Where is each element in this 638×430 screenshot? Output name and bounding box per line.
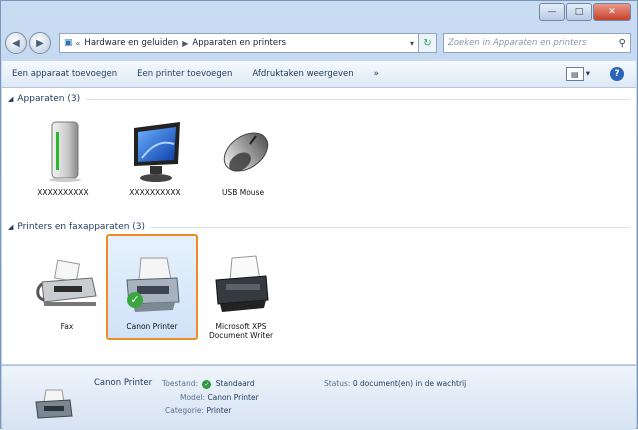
- add-printer-button[interactable]: Een printer toevoegen: [127, 69, 242, 79]
- printers-group-label: Printers en faxapparaten (3): [17, 222, 146, 232]
- help-icon[interactable]: ?: [610, 67, 624, 81]
- details-printer-name: Canon Printer: [94, 378, 153, 388]
- breadcrumb-devices-printers[interactable]: Apparaten en printers: [192, 38, 286, 48]
- back-arrow-icon: ◀: [12, 37, 20, 49]
- details-model-label: Model:: [180, 393, 206, 402]
- search-input[interactable]: Zoeken in Apparaten en printers ⚲: [443, 33, 631, 53]
- details-model-value: Canon Printer: [207, 393, 259, 402]
- devices-content-pane: ◢ Apparaten (3) XXXXXXXXXX XXXXXXXXXX US…: [2, 88, 636, 364]
- navigation-bar: ◀ ▶ ▣ « Hardware en geluiden ▶ Apparaten…: [5, 31, 633, 55]
- details-pane: Canon Printer Toestand: ✓ Standaard Mode…: [2, 365, 636, 430]
- maximize-button[interactable]: □: [566, 3, 592, 21]
- explorer-window: — □ ✕ ◀ ▶ ▣ « Hardware en geluiden ▶ App…: [0, 0, 638, 430]
- details-state-row: Toestand: ✓ Standaard: [162, 379, 255, 389]
- selected-printer-thumbnail-icon: [34, 388, 74, 426]
- printer-icon: ✓: [119, 252, 185, 318]
- details-model-row: Model: Canon Printer: [180, 393, 259, 402]
- minimize-button[interactable]: —: [539, 3, 565, 21]
- computer-tower-icon: [30, 118, 96, 184]
- monitor-icon: [122, 118, 188, 184]
- address-bar[interactable]: ▣ « Hardware en geluiden ▶ Apparaten en …: [59, 33, 419, 53]
- address-dropdown-icon[interactable]: ▾: [410, 39, 414, 48]
- details-category-label: Categorie:: [165, 406, 205, 415]
- device-item-usb-mouse[interactable]: USB Mouse: [198, 118, 288, 197]
- printers-group-header[interactable]: ◢ Printers en faxapparaten (3): [8, 222, 630, 232]
- collapse-icon[interactable]: ◢: [8, 223, 13, 231]
- breadcrumb-hardware[interactable]: Hardware en geluiden: [84, 38, 178, 48]
- device-label-usb-mouse: USB Mouse: [221, 188, 265, 197]
- control-panel-icon: ▣: [64, 38, 73, 48]
- default-check-icon: ✓: [202, 379, 212, 389]
- forward-button[interactable]: ▶: [29, 32, 51, 54]
- close-icon: ✕: [608, 7, 616, 17]
- minimize-icon: —: [547, 7, 557, 17]
- devices-group-header[interactable]: ◢ Apparaten (3): [8, 94, 630, 104]
- details-state-value: Standaard: [215, 379, 255, 388]
- device-item-monitor[interactable]: XXXXXXXXXX: [110, 118, 200, 197]
- details-status-row: Status: 0 document(en) in de wachtrij: [324, 379, 466, 388]
- group-divider: [151, 226, 630, 228]
- search-icon[interactable]: ⚲: [619, 38, 626, 49]
- command-bar: Een apparaat toevoegen Een printer toevo…: [2, 61, 636, 88]
- fax-icon: [34, 252, 100, 318]
- back-button[interactable]: ◀: [5, 32, 27, 54]
- printer-icon: [208, 252, 274, 318]
- refresh-icon: ↻: [423, 37, 432, 49]
- view-options-icon[interactable]: ▤: [565, 67, 584, 81]
- search-placeholder: Zoeken in Apparaten en printers: [448, 38, 587, 48]
- breadcrumb-overflow-icon[interactable]: «: [76, 39, 81, 48]
- details-status-value: 0 document(en) in de wachtrij: [352, 379, 467, 388]
- view-dropdown-icon[interactable]: ▾: [586, 69, 590, 79]
- title-bar: — □ ✕: [1, 1, 637, 29]
- device-item-computer[interactable]: XXXXXXXXXX: [18, 118, 108, 197]
- printer-label-canon: Canon Printer: [126, 322, 178, 331]
- default-printer-check-icon: ✓: [127, 292, 143, 308]
- details-status-label: Status:: [324, 379, 351, 388]
- details-category-value: Printer: [206, 406, 232, 415]
- details-state-label: Toestand:: [162, 379, 198, 388]
- close-button[interactable]: ✕: [593, 3, 631, 21]
- refresh-button[interactable]: ↻: [419, 33, 437, 53]
- forward-arrow-icon: ▶: [36, 37, 44, 49]
- printer-item-canon[interactable]: ✓ Canon Printer: [107, 252, 197, 331]
- mouse-icon: [210, 118, 276, 184]
- printer-label-fax: Fax: [60, 322, 74, 331]
- printer-label-xps: Microsoft XPS Document Writer: [208, 322, 274, 340]
- device-label-monitor: XXXXXXXXXX: [129, 188, 181, 197]
- printer-item-xps[interactable]: Microsoft XPS Document Writer: [196, 252, 286, 340]
- devices-group-label: Apparaten (3): [17, 94, 81, 104]
- maximize-icon: □: [574, 7, 584, 17]
- details-category-row: Categorie: Printer: [165, 406, 231, 415]
- more-commands-button[interactable]: »: [364, 69, 389, 79]
- print-queue-button[interactable]: Afdruktaken weergeven: [242, 69, 363, 79]
- add-device-button[interactable]: Een apparaat toevoegen: [2, 69, 127, 79]
- collapse-icon[interactable]: ◢: [8, 95, 13, 103]
- breadcrumb-separator-icon[interactable]: ▶: [182, 39, 188, 48]
- group-divider: [86, 98, 630, 100]
- device-label-computer: XXXXXXXXXX: [37, 188, 89, 197]
- printer-item-fax[interactable]: Fax: [22, 252, 112, 331]
